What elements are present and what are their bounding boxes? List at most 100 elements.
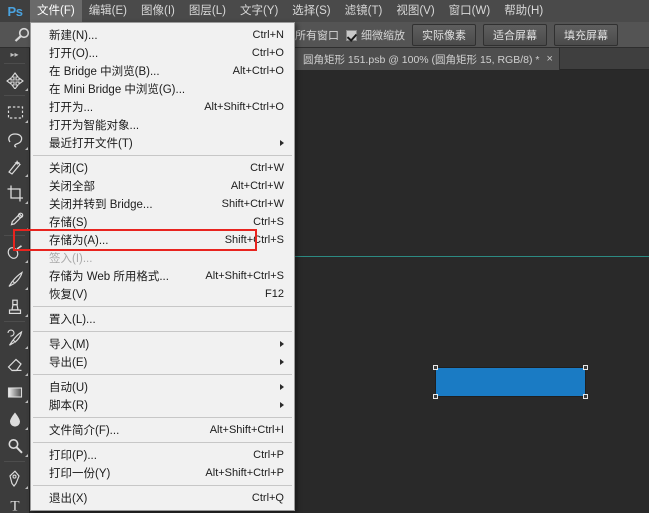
eyedropper-tool-button[interactable] [0,206,30,233]
tool-flyout-triangle-icon[interactable] [25,260,28,263]
crop-tool-button[interactable] [0,179,30,206]
file-menu-dropdown[interactable]: 新建(N)... Ctrl+N 打开(O)... Ctrl+O 在 Bridge 中浏览… [30,22,295,511]
horizontal-guide [295,256,649,257]
tool-flyout-triangle-icon[interactable] [25,88,28,91]
shape-handle-top-left[interactable] [433,365,438,370]
menu-item-shortcut: Ctrl+O [251,47,284,59]
rounded-rectangle-shape[interactable] [435,367,586,397]
svg-text:T: T [10,498,19,513]
eraser-tool-button[interactable] [0,351,30,378]
menu-item-8[interactable]: 关闭全部 Alt+Ctrl+W [31,177,294,195]
tool-flyout-triangle-icon[interactable] [25,373,28,376]
shape-handle-bottom-right[interactable] [583,394,588,399]
menubar-item-1[interactable]: 编辑(E) [82,0,134,22]
type-tool-button[interactable]: T [0,491,30,513]
menu-item-10[interactable]: 存储(S) Ctrl+S [31,213,294,231]
menu-item-shortcut: Alt+Ctrl+W [230,180,284,192]
pen-tool-button[interactable] [0,464,30,491]
menu-item-18[interactable]: 自动(U) [31,378,294,396]
tool-flyout-triangle-icon[interactable] [25,346,28,349]
collapse-panel-icon[interactable]: ▸▸ [0,48,29,61]
menu-item-4[interactable]: 打开为... Alt+Shift+Ctrl+O [31,98,294,116]
menubar-item-4[interactable]: 文字(Y) [233,0,285,22]
menu-item-6[interactable]: 最近打开文件(T) [31,134,294,152]
brush-tool-icon [6,270,24,288]
menubar-item-9[interactable]: 帮助(H) [497,0,550,22]
menu-item-label: 打印(P)... [49,450,97,462]
tool-flyout-triangle-icon[interactable] [25,174,28,177]
menu-item-14[interactable]: 恢复(V) F12 [31,285,294,303]
menubar-item-3[interactable]: 图层(L) [182,0,233,22]
dodge-tool-button[interactable] [0,432,30,459]
pen-tool-icon [6,469,24,487]
menu-item-2[interactable]: 在 Bridge 中浏览(B)... Alt+Ctrl+O [31,62,294,80]
canvas[interactable] [295,70,649,513]
menu-item-13[interactable]: 存储为 Web 所用格式... Alt+Shift+Ctrl+S [31,267,294,285]
menu-item-3[interactable]: 在 Mini Bridge 中浏览(G)... [31,80,294,98]
tool-flyout-triangle-icon[interactable] [25,400,28,403]
fill-screen-button[interactable]: 填充屏幕 [554,24,618,46]
fit-screen-button[interactable]: 适合屏幕 [483,24,547,46]
menubar-item-2[interactable]: 图像(I) [134,0,182,22]
menu-item-5[interactable]: 打开为智能对象... [31,116,294,134]
menubar-item-5[interactable]: 选择(S) [285,0,337,22]
blur-tool-button[interactable] [0,405,30,432]
menu-item-label: 退出(X) [49,493,88,505]
tool-flyout-triangle-icon[interactable] [25,427,28,430]
history-brush-tool-icon [6,329,24,347]
brush-tool-button[interactable] [0,265,30,292]
lasso-tool-button[interactable] [0,125,30,152]
shape-handle-top-right[interactable] [583,365,588,370]
checkbox-box[interactable] [346,29,357,41]
menu-item-7[interactable]: 关闭(C) Ctrl+W [31,159,294,177]
menu-item-21[interactable]: 打印(P)... Ctrl+P [31,446,294,464]
menu-item-17[interactable]: 导出(E) [31,353,294,371]
menu-item-label: 存储(S) [49,217,88,229]
gradient-tool-button[interactable] [0,378,30,405]
shape-handle-bottom-left[interactable] [433,394,438,399]
menu-item-11[interactable]: 存储为(A)... Shift+Ctrl+S [31,231,294,249]
tool-flyout-triangle-icon[interactable] [25,120,28,123]
quick-selection-tool-icon [6,157,24,175]
menu-item-19[interactable]: 脚本(R) [31,396,294,414]
menu-item-16[interactable]: 导入(M) [31,335,294,353]
tool-flyout-triangle-icon[interactable] [25,147,28,150]
menu-item-23[interactable]: 退出(X) Ctrl+Q [31,489,294,507]
menu-item-label: 在 Mini Bridge 中浏览(G)... [49,84,186,96]
submenu-arrow-icon [280,359,284,365]
menu-item-1[interactable]: 打开(O)... Ctrl+O [31,44,294,62]
menu-item-9[interactable]: 关闭并转到 Bridge... Shift+Ctrl+W [31,195,294,213]
scrubby-zoom-label: 细微缩放 [361,30,405,42]
history-brush-tool-button[interactable] [0,324,30,351]
tool-flyout-triangle-icon[interactable] [25,201,28,204]
tool-flyout-triangle-icon[interactable] [25,454,28,457]
move-tool-button[interactable] [0,66,30,93]
menu-item-22[interactable]: 打印一份(Y) Alt+Shift+Ctrl+P [31,464,294,482]
scrubby-zoom-checkbox[interactable]: 细微缩放 [346,27,405,43]
menu-separator [33,417,292,418]
eyedropper-tool-icon [6,211,24,229]
tools-panel: ▸▸ T [0,48,30,513]
menu-separator [33,442,292,443]
close-icon[interactable]: × [547,53,553,65]
clone-stamp-tool-button[interactable] [0,292,30,319]
menu-item-20[interactable]: 文件简介(F)... Alt+Shift+Ctrl+I [31,421,294,439]
menu-item-shortcut: F12 [265,288,284,300]
menu-item-15[interactable]: 置入(L)... [31,310,294,328]
rectangular-marquee-tool-button[interactable] [0,98,30,125]
menubar-item-0[interactable]: 文件(F) [30,0,82,22]
quick-selection-tool-button[interactable] [0,152,30,179]
menubar-item-7[interactable]: 视图(V) [389,0,441,22]
spot-healing-brush-tool-button[interactable] [0,238,30,265]
document-tab[interactable]: 圆角矩形 151.psb @ 100% (圆角矩形 15, RGB/8) * × [295,48,560,70]
move-tool-icon [6,71,24,89]
menubar-item-8[interactable]: 窗口(W) [442,0,498,22]
tool-flyout-triangle-icon[interactable] [25,287,28,290]
tool-flyout-triangle-icon[interactable] [25,228,28,231]
actual-pixels-button[interactable]: 实际像素 [412,24,476,46]
menu-item-0[interactable]: 新建(N)... Ctrl+N [31,26,294,44]
menubar-item-6[interactable]: 滤镜(T) [338,0,390,22]
tool-flyout-triangle-icon[interactable] [25,314,28,317]
menu-item-12: 签入(I)... [31,249,294,267]
tool-flyout-triangle-icon[interactable] [25,486,28,489]
